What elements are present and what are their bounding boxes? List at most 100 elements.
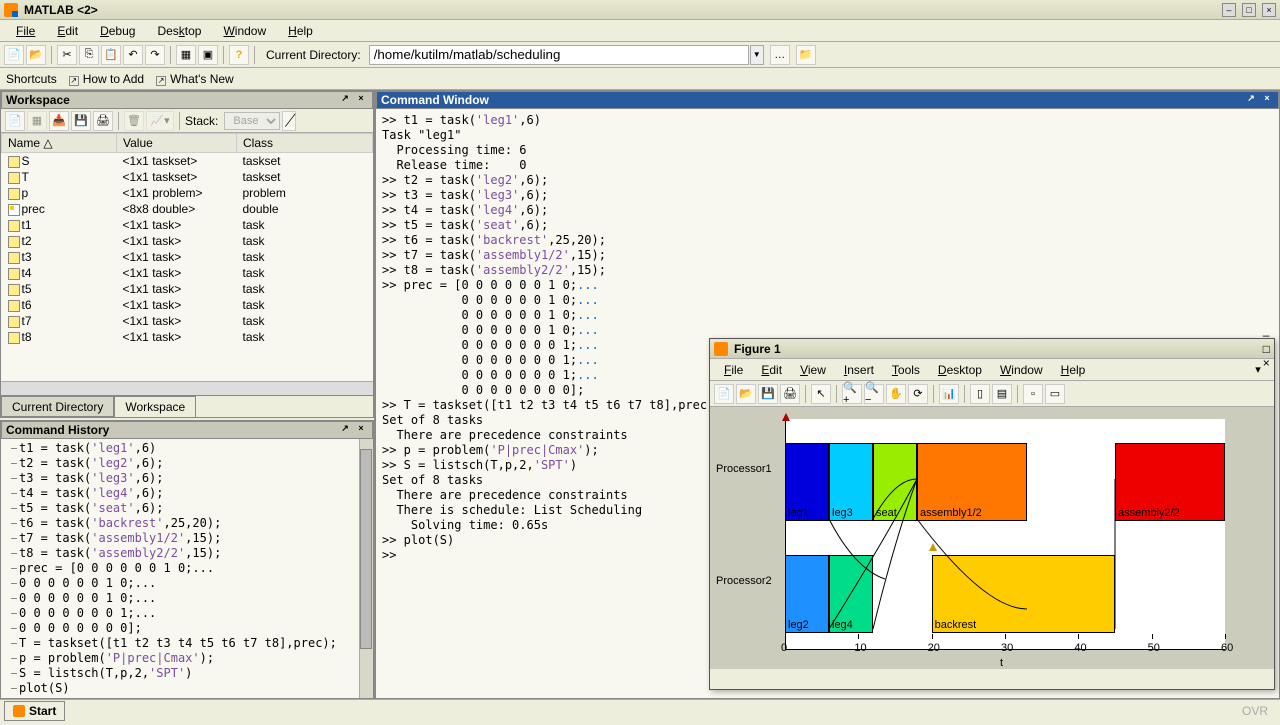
delete-var-icon[interactable]: 🗑 — [124, 111, 144, 131]
gantt-task-leg3[interactable]: leg3 — [829, 443, 873, 521]
fig-menu-window[interactable]: Window — [992, 361, 1051, 379]
history-line[interactable]: 0 0 0 0 0 0 0 0]; — [5, 621, 369, 636]
shortcuts-link[interactable]: Shortcuts — [6, 72, 57, 86]
maximize-button[interactable]: □ — [1242, 3, 1256, 17]
open-file-icon[interactable]: 📂 — [26, 45, 46, 65]
tab-workspace[interactable]: Workspace — [114, 396, 196, 417]
cmdwin-close-icon[interactable]: × — [1260, 93, 1274, 107]
fig-legend-icon[interactable]: ▤ — [992, 384, 1012, 404]
gantt-task-assembly1/2[interactable]: assembly1/2 — [917, 443, 1027, 521]
fig-pan-icon[interactable]: ✋ — [886, 384, 906, 404]
command-history-content[interactable]: t1 = task('leg1',6)t2 = task('leg2',6);t… — [1, 439, 373, 698]
stack-dropdown[interactable]: Base — [224, 112, 280, 130]
minimize-button[interactable]: – — [1222, 3, 1236, 17]
open-var-icon[interactable]: ▦ — [27, 111, 47, 131]
fig-save-icon[interactable]: 💾 — [758, 384, 778, 404]
table-row[interactable]: S<1x1 taskset>taskset — [2, 153, 373, 170]
history-line[interactable]: prec = [0 0 0 0 0 0 1 0;... — [5, 561, 369, 576]
whats-new-link[interactable]: ↗What's New — [156, 72, 234, 86]
redo-icon[interactable]: ↷ — [145, 45, 165, 65]
fig-zoomin-icon[interactable]: 🔍+ — [842, 384, 862, 404]
menu-window[interactable]: Window — [213, 22, 276, 40]
help-icon[interactable]: ? — [229, 45, 249, 65]
browse-directory-icon[interactable]: … — [770, 45, 790, 65]
ws-col-class[interactable]: Class — [237, 134, 373, 153]
fig-datacursor-icon[interactable]: 📊 — [939, 384, 959, 404]
table-row[interactable]: t8<1x1 task>task — [2, 329, 373, 345]
up-directory-icon[interactable]: 📁 — [796, 45, 816, 65]
workspace-h-scrollbar[interactable] — [1, 381, 373, 395]
ws-col-name[interactable]: Name △ — [2, 134, 117, 153]
ws-col-value[interactable]: Value — [117, 134, 237, 153]
cmdwin-undock-icon[interactable]: ↗ — [1244, 93, 1258, 107]
how-to-add-link[interactable]: ↗How to Add — [69, 72, 144, 86]
fig-menu-desktop[interactable]: Desktop — [930, 361, 990, 379]
cmdhist-v-scrollbar[interactable] — [359, 439, 373, 698]
cut-icon[interactable]: ✂ — [57, 45, 77, 65]
table-row[interactable]: t6<1x1 task>task — [2, 297, 373, 313]
stack-button[interactable]: ╱ — [282, 111, 296, 131]
history-line[interactable]: S = listsch(T,p,2,'SPT') — [5, 666, 369, 681]
menu-debug[interactable]: Debug — [90, 22, 145, 40]
tab-current-directory[interactable]: Current Directory — [1, 396, 114, 417]
table-row[interactable]: p<1x1 problem>problem — [2, 185, 373, 201]
fig-menu-insert[interactable]: Insert — [836, 361, 882, 379]
fig-new-icon[interactable]: 📄 — [714, 384, 734, 404]
fig-zoomout-icon[interactable]: 🔍− — [864, 384, 884, 404]
fig-menu-tools[interactable]: Tools — [884, 361, 928, 379]
simulink-icon[interactable]: ▦ — [176, 45, 196, 65]
new-file-icon[interactable]: 📄 — [4, 45, 24, 65]
workspace-close-icon[interactable]: × — [354, 93, 368, 107]
history-line[interactable]: t1 = task('leg1',6) — [5, 441, 369, 456]
fig-menu-chevron-icon[interactable]: ▾ — [1248, 360, 1268, 380]
workspace-undock-icon[interactable]: ↗ — [338, 93, 352, 107]
paste-icon[interactable]: 📋 — [101, 45, 121, 65]
gantt-task-backrest[interactable]: backrest — [932, 555, 1115, 633]
fig-pointer-icon[interactable]: ↖ — [811, 384, 831, 404]
fig-print-icon[interactable]: 🖨 — [780, 384, 800, 404]
history-line[interactable]: t8 = task('assembly2/2',15); — [5, 546, 369, 561]
cmdhist-scroll-thumb[interactable] — [360, 449, 372, 649]
table-row[interactable]: t4<1x1 task>task — [2, 265, 373, 281]
menu-edit[interactable]: Edit — [47, 22, 88, 40]
fig-menu-help[interactable]: Help — [1053, 361, 1094, 379]
fig-open-icon[interactable]: 📂 — [736, 384, 756, 404]
menu-help[interactable]: Help — [278, 22, 323, 40]
gantt-task-leg2[interactable]: leg2 — [785, 555, 829, 633]
history-line[interactable]: t7 = task('assembly1/2',15); — [5, 531, 369, 546]
workspace-table[interactable]: Name △ Value Class S<1x1 taskset>taskset… — [1, 133, 373, 381]
cmdhist-close-icon[interactable]: × — [354, 423, 368, 437]
history-line[interactable]: plot(S) — [5, 681, 369, 696]
figure-axes[interactable]: leg1leg3seatassembly1/2assembly2/2leg2le… — [785, 419, 1225, 650]
directory-dropdown-icon[interactable]: ▼ — [750, 45, 764, 65]
figure-maximize-button[interactable]: □ — [1263, 342, 1270, 356]
undo-icon[interactable]: ↶ — [123, 45, 143, 65]
gantt-task-leg1[interactable]: leg1 — [785, 443, 829, 521]
plot-var-icon[interactable]: 📈▾ — [146, 111, 174, 131]
copy-icon[interactable]: ⎘ — [79, 45, 99, 65]
save-workspace-icon[interactable]: 💾 — [71, 111, 91, 131]
history-line[interactable]: t3 = task('leg3',6); — [5, 471, 369, 486]
table-row[interactable]: t7<1x1 task>task — [2, 313, 373, 329]
history-line[interactable]: t2 = task('leg2',6); — [5, 456, 369, 471]
cmdhist-undock-icon[interactable]: ↗ — [338, 423, 352, 437]
table-row[interactable]: prec<8x8 double>double — [2, 201, 373, 217]
history-line[interactable]: 0 0 0 0 0 0 1 0;... — [5, 576, 369, 591]
fig-colorbar-icon[interactable]: ▯ — [970, 384, 990, 404]
start-button[interactable]: Start — [4, 701, 65, 721]
print-icon[interactable]: 🖨 — [93, 111, 113, 131]
figure-minimize-button[interactable]: – — [1263, 328, 1270, 342]
history-line[interactable]: T = taskset([t1 t2 t3 t4 t5 t6 t7 t8],pr… — [5, 636, 369, 651]
fig-menu-file[interactable]: File — [716, 361, 751, 379]
import-data-icon[interactable]: 📥 — [49, 111, 69, 131]
fig-hide-icon[interactable]: ▫ — [1023, 384, 1043, 404]
table-row[interactable]: t2<1x1 task>task — [2, 233, 373, 249]
history-line[interactable]: 0 0 0 0 0 0 0 1;... — [5, 606, 369, 621]
guide-icon[interactable]: ▣ — [198, 45, 218, 65]
fig-show-icon[interactable]: ▭ — [1045, 384, 1065, 404]
table-row[interactable]: t3<1x1 task>task — [2, 249, 373, 265]
table-row[interactable]: t5<1x1 task>task — [2, 281, 373, 297]
close-button[interactable]: × — [1262, 3, 1276, 17]
table-row[interactable]: t1<1x1 task>task — [2, 217, 373, 233]
history-line[interactable]: t5 = task('seat',6); — [5, 501, 369, 516]
